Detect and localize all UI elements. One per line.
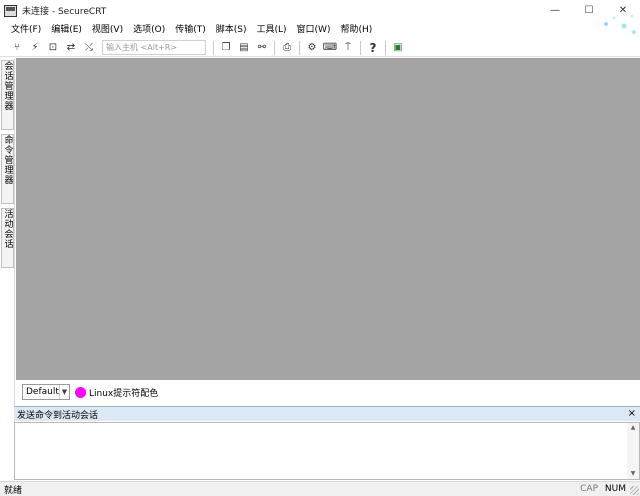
- print-icon[interactable]: ⎙: [278, 40, 296, 56]
- securecrt-app-icon[interactable]: [4, 4, 17, 17]
- status-text: 就绪: [4, 485, 23, 496]
- paste-icon[interactable]: ▤: [235, 40, 253, 56]
- quick-connect-icon[interactable]: ⚡: [26, 40, 44, 56]
- color-scheme-select[interactable]: Default ▼: [22, 384, 70, 400]
- tab-session-manager[interactable]: 会话管理器: [1, 60, 14, 130]
- command-scrollbar[interactable]: ▲ ▼: [627, 423, 639, 479]
- scroll-up-icon[interactable]: ▲: [627, 423, 639, 433]
- settings-icon[interactable]: ⚙: [303, 40, 321, 56]
- title-decoration-icon: [604, 14, 636, 34]
- host-input[interactable]: [102, 40, 206, 55]
- tab-session-manager-label: 会话管理器: [2, 61, 13, 111]
- disconnect-icon[interactable]: ⤯: [80, 40, 98, 56]
- window-title: 未连接 - SecureCRT: [22, 7, 107, 17]
- toolbar-separator: [385, 40, 386, 55]
- sftp-icon[interactable]: ⍑: [339, 40, 357, 56]
- menu-tools[interactable]: 工具(L): [252, 21, 292, 39]
- terminal-area[interactable]: [16, 58, 640, 380]
- menu-window[interactable]: 窗口(W): [292, 21, 336, 39]
- toolbar-separator: [299, 40, 300, 55]
- title-bar: 未连接 - SecureCRT — ☐ ✕: [0, 0, 640, 21]
- connect-icon[interactable]: ⑂: [8, 40, 26, 56]
- status-bar: 就绪 CAP NUM: [0, 481, 640, 496]
- tab-command-manager[interactable]: 命令管理器: [1, 134, 14, 204]
- menu-bar: 文件(F) 编辑(E) 视图(V) 选项(O) 传输(T) 脚本(S) 工具(L…: [0, 21, 377, 39]
- about-icon[interactable]: ▣: [389, 40, 407, 56]
- menu-help[interactable]: 帮助(H): [335, 21, 377, 39]
- scroll-down-icon[interactable]: ▼: [627, 469, 639, 479]
- find-icon[interactable]: ⚯: [253, 40, 271, 56]
- help-icon[interactable]: ?: [364, 40, 382, 56]
- menu-script[interactable]: 脚本(S): [211, 21, 252, 39]
- toolbar-separator: [360, 40, 361, 55]
- color-scheme-label[interactable]: Linux提示符配色: [89, 386, 158, 399]
- tab-active-sessions[interactable]: 活动会话: [1, 208, 14, 268]
- command-window-header: 发送命令到活动会话 ×: [14, 406, 640, 421]
- menu-view[interactable]: 视图(V): [87, 21, 128, 39]
- copy-icon[interactable]: ❐: [217, 40, 235, 56]
- toolbar-separator: [274, 40, 275, 55]
- keymap-icon[interactable]: ⌨: [321, 40, 339, 56]
- menu-edit[interactable]: 编辑(E): [46, 21, 87, 39]
- command-input-area[interactable]: ▲ ▼: [14, 422, 640, 480]
- menu-options[interactable]: 选项(O): [128, 21, 170, 39]
- menu-transfer[interactable]: 传输(T): [170, 21, 211, 39]
- tab-command-manager-label: 命令管理器: [2, 135, 13, 185]
- minimize-button[interactable]: —: [538, 0, 572, 21]
- reconnect-icon[interactable]: ⇄: [62, 40, 80, 56]
- color-scheme-bar: Default ▼ Linux提示符配色: [16, 381, 640, 403]
- toolbar-separator: [213, 40, 214, 55]
- toolbar: ⑂ ⚡ ⊡ ⇄ ⤯ ❐ ▤ ⚯ ⎙ ⚙ ⌨ ⍑ ? ▣: [0, 39, 640, 57]
- command-window-title: 发送命令到活动会话: [17, 410, 99, 421]
- local-shell-icon[interactable]: ⊡: [44, 40, 62, 56]
- menu-file[interactable]: 文件(F): [6, 21, 46, 39]
- num-lock-indicator: NUM: [604, 484, 626, 494]
- chevron-down-icon[interactable]: ▼: [58, 385, 69, 399]
- color-swatch-icon[interactable]: [75, 386, 86, 398]
- resize-grip-icon[interactable]: [630, 486, 639, 495]
- color-scheme-value: Default: [26, 387, 59, 397]
- caps-lock-indicator: CAP: [580, 484, 598, 494]
- close-icon[interactable]: ×: [628, 407, 636, 421]
- side-tab-strip: 会话管理器 命令管理器 活动会话: [0, 58, 15, 438]
- tab-active-sessions-label: 活动会话: [2, 209, 13, 249]
